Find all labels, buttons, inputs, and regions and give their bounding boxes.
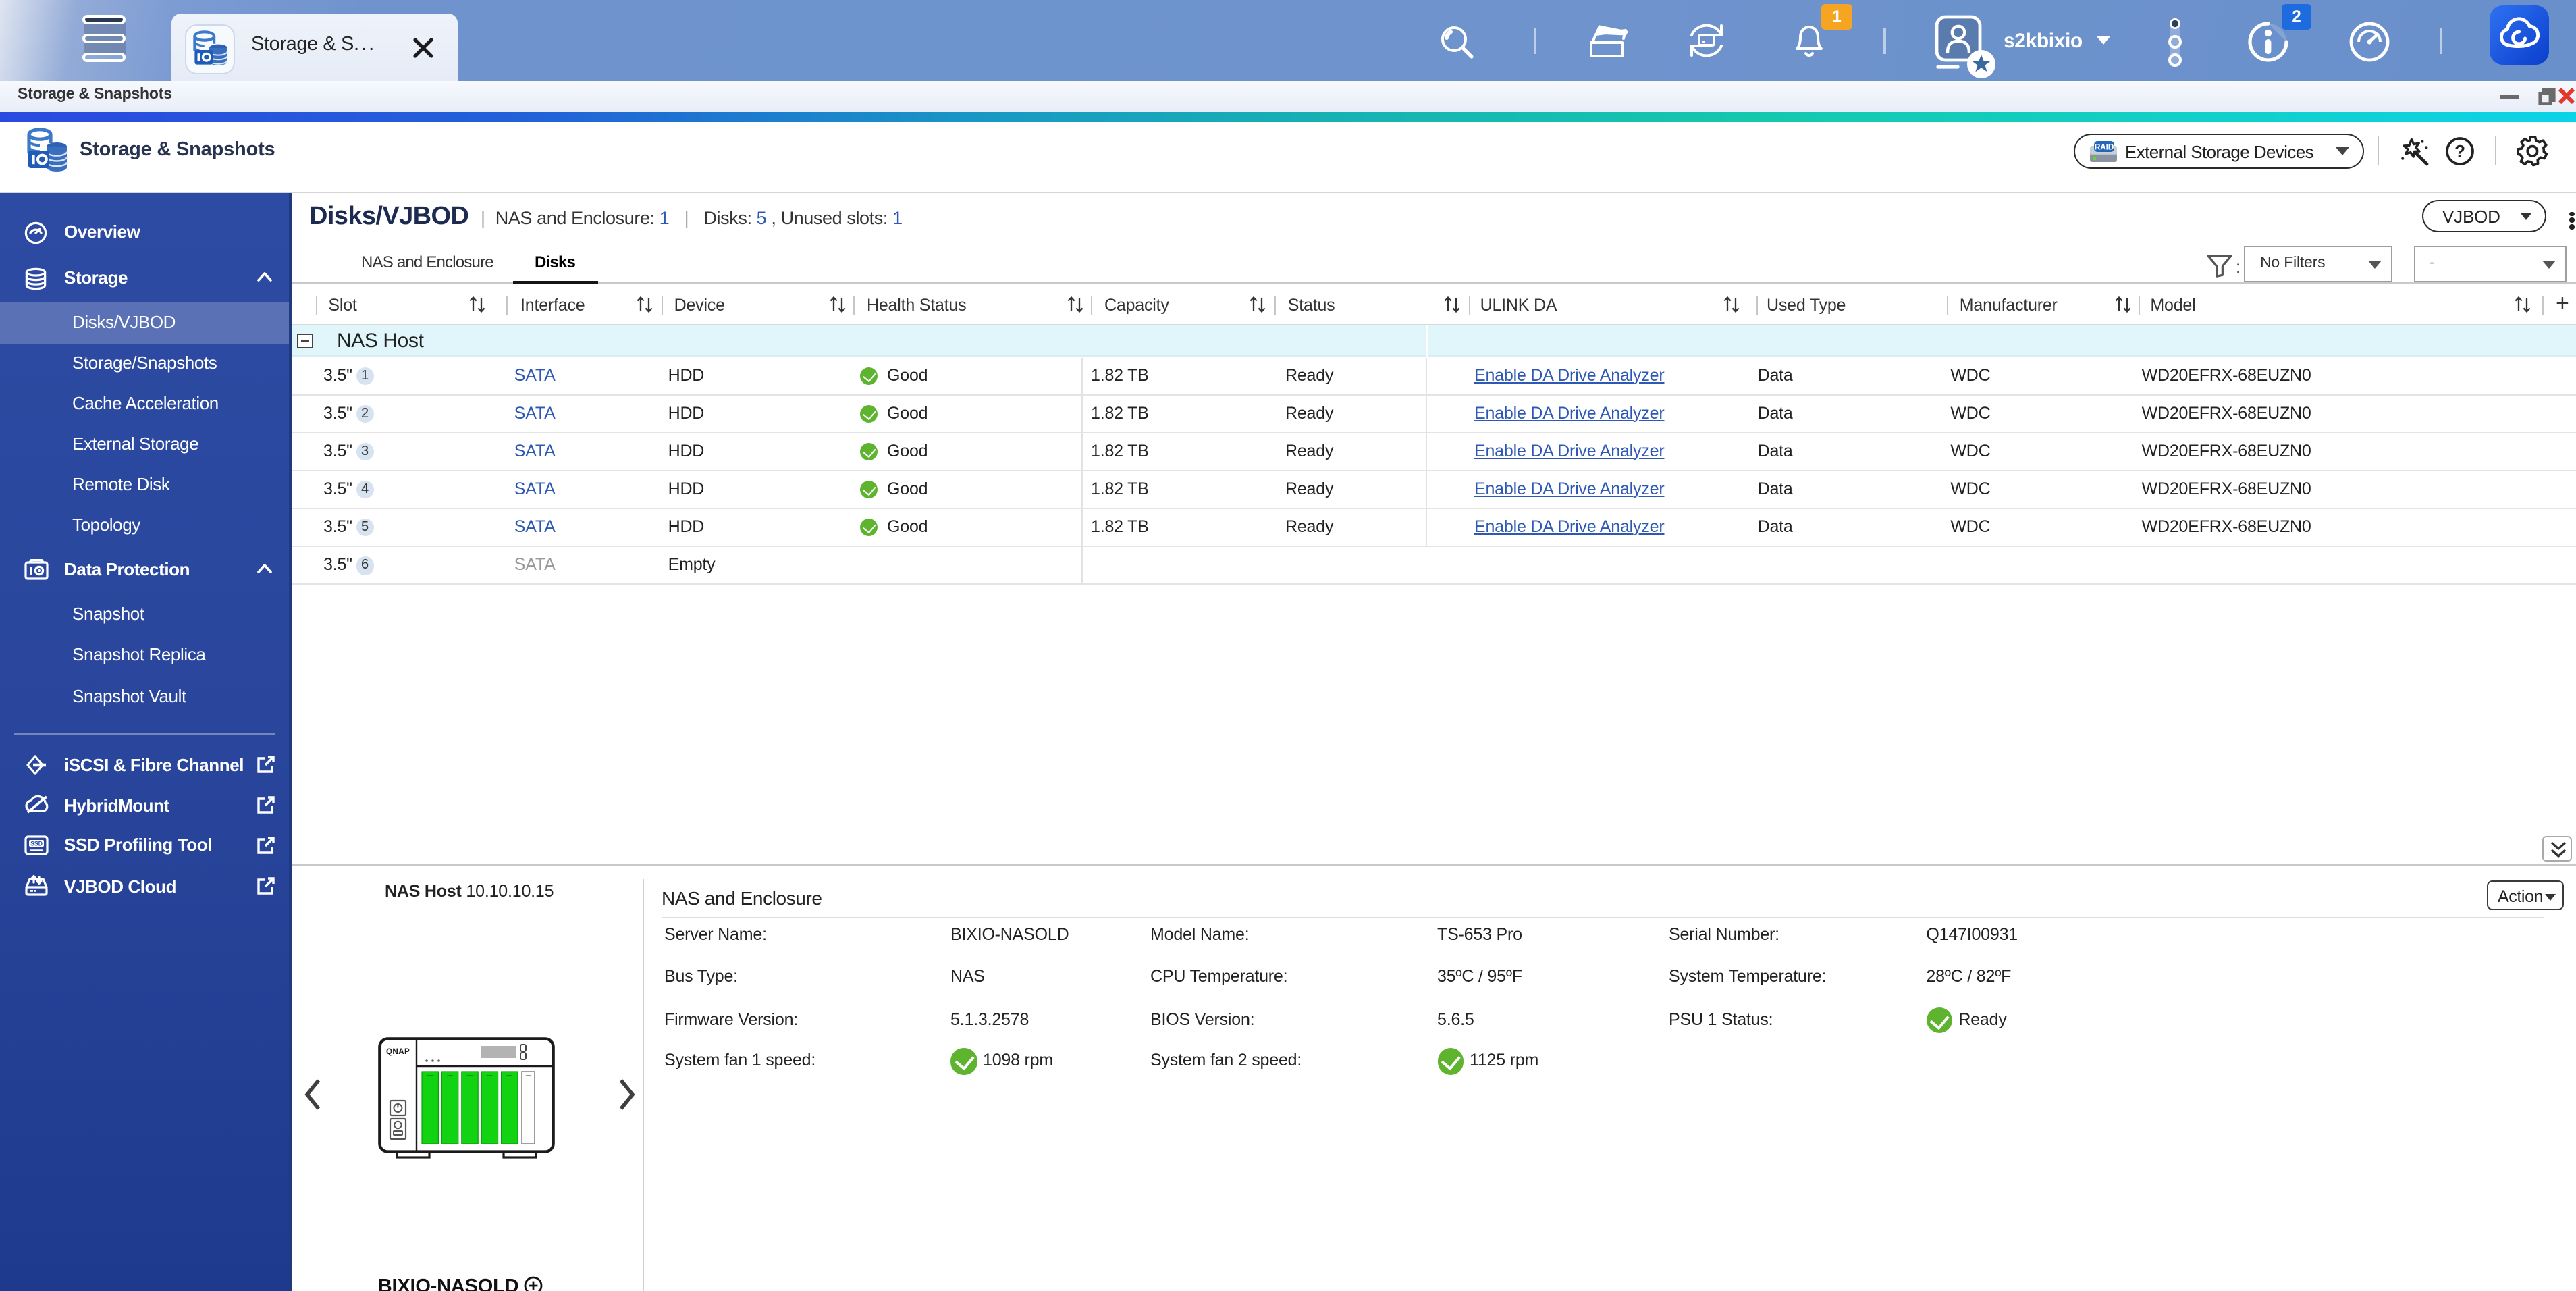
svg-text:RAID: RAID: [2095, 142, 2114, 151]
svg-text:?: ?: [2454, 141, 2465, 161]
svg-text:SSD: SSD: [30, 839, 43, 846]
svg-text:QNAP: QNAP: [385, 1047, 409, 1056]
